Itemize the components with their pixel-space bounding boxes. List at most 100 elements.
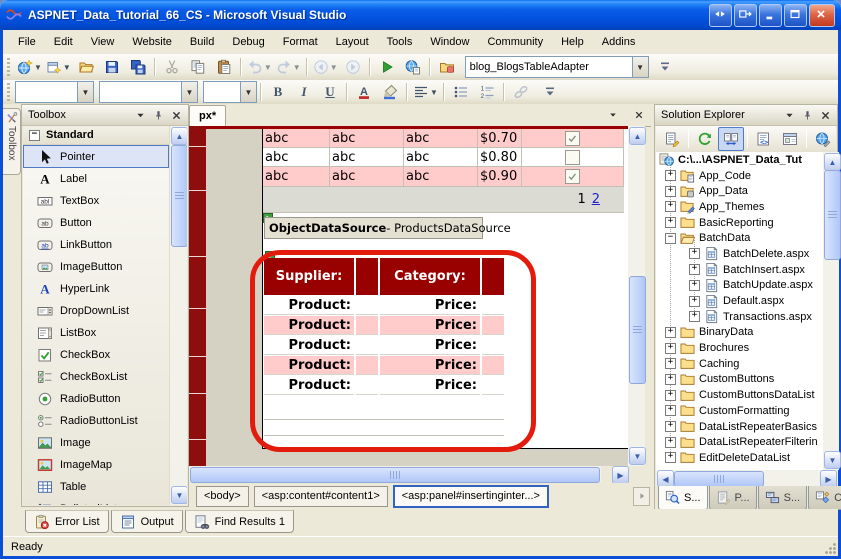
scrollbar-thumb[interactable] [629, 276, 646, 384]
toolbox-category-standard[interactable]: − Standard [23, 126, 187, 145]
close-toolbox-button[interactable] [168, 108, 184, 123]
font-color-button[interactable]: A [351, 80, 377, 104]
open-file-button[interactable] [73, 55, 99, 79]
toolbar-overflow-button[interactable] [652, 55, 678, 79]
document-list-button[interactable] [605, 107, 621, 122]
menu-window[interactable]: Window [421, 32, 478, 52]
paste-button[interactable] [211, 55, 237, 79]
panel-tab-tabclass[interactable]: C... [808, 486, 841, 510]
se-toolbar-overflow-button[interactable] [836, 127, 841, 151]
menu-layout[interactable]: Layout [327, 32, 378, 52]
new-website-button[interactable]: ▼ [15, 55, 44, 79]
dropdown-caret-icon[interactable]: ▼ [63, 63, 71, 72]
tag-navigator-item[interactable]: <asp:panel#insertinginter...> [393, 485, 549, 508]
expand-icon[interactable]: + [689, 264, 700, 275]
undo-button[interactable]: ▼ [245, 55, 274, 79]
scroll-down-button[interactable]: ▼ [824, 451, 841, 469]
bold-button[interactable]: B [265, 80, 291, 104]
products-gridview[interactable]: abcabcabc$0.70abcabcabc$0.80abcabcabc$0.… [263, 129, 624, 213]
toolbox-header[interactable]: Toolbox [22, 105, 188, 126]
navigate-backward-button[interactable]: ▼ [311, 55, 340, 79]
session-restore-button[interactable] [734, 4, 757, 27]
toolbox-item-radiobutton[interactable]: RadioButton [23, 388, 169, 410]
toolbox-item-bulletedlist[interactable]: BulletedList [23, 498, 169, 505]
menu-view[interactable]: View [82, 32, 124, 52]
toolbox-item-table[interactable]: Table [23, 476, 169, 498]
design-horizontal-scrollbar[interactable]: ▶ [189, 466, 651, 483]
tag-navigator-item[interactable]: <asp:content#content1> [254, 486, 388, 507]
redo-button[interactable]: ▼ [274, 55, 303, 79]
pin-button[interactable] [150, 108, 166, 123]
menu-website[interactable]: Website [123, 32, 181, 52]
add-new-item-button[interactable]: ▼ [44, 55, 73, 79]
pin-button[interactable] [799, 108, 815, 123]
row-checkbox[interactable] [565, 131, 580, 146]
solution-tree[interactable]: C:\...\ASPNET_Data_Tut+App_Code+App_Data… [656, 152, 823, 470]
bottom-tab-find-results-1[interactable]: Find Results 1 [185, 510, 294, 533]
cut-button[interactable] [159, 55, 185, 79]
highlight-button[interactable] [377, 80, 403, 104]
toolbox-item-textbox[interactable]: ablTextBox [23, 190, 169, 212]
expand-icon[interactable]: + [665, 390, 676, 401]
copy-button[interactable] [185, 55, 211, 79]
tree-item-custombuttonsdatalist[interactable]: +CustomButtonsDataList [656, 387, 823, 403]
view-designer-button[interactable] [777, 127, 803, 151]
font-name-combobox[interactable]: ▼ [99, 81, 198, 103]
expand-icon[interactable]: + [665, 358, 676, 369]
toolbox-item-label[interactable]: ALabel [23, 168, 169, 190]
panel-tab-tabprops[interactable]: P... [709, 486, 757, 510]
target-schema-combobox[interactable]: ▼ [15, 81, 94, 103]
maximize-button[interactable] [784, 4, 807, 27]
row-checkbox[interactable] [565, 150, 580, 165]
dropdown-caret-icon[interactable]: ▼ [330, 63, 338, 72]
scroll-down-button[interactable]: ▼ [171, 486, 187, 504]
save-all-button[interactable] [125, 55, 151, 79]
toolbox-scrollbar[interactable]: ▲ ▼ [169, 126, 187, 505]
toolbox-item-imagemap[interactable]: ImageMap [23, 454, 169, 476]
expand-icon[interactable]: + [665, 452, 676, 463]
menu-help[interactable]: Help [552, 32, 593, 52]
session-pan-button[interactable] [709, 4, 732, 27]
toolbar-grip[interactable] [6, 58, 11, 76]
dropdown-caret-icon[interactable]: ▼ [430, 88, 438, 97]
menu-debug[interactable]: Debug [223, 32, 273, 52]
tree-item-batchinsert-aspx[interactable]: +BatchInsert.aspx [656, 262, 823, 278]
close-button[interactable] [809, 4, 835, 27]
bottom-tab-output[interactable]: Output [111, 510, 183, 533]
tree-item-customformatting[interactable]: +CustomFormatting [656, 403, 823, 419]
tree-vertical-scrollbar[interactable]: ▲ ▼ [823, 152, 839, 470]
bullets-button[interactable] [448, 80, 474, 104]
combobox-arrow-icon[interactable]: ▼ [632, 57, 648, 77]
combobox-arrow-icon[interactable]: ▼ [77, 82, 93, 102]
tree-item-default-aspx[interactable]: +Default.aspx [656, 293, 823, 309]
menu-format[interactable]: Format [274, 32, 327, 52]
toolbox-side-tab[interactable]: Toolbox [3, 108, 21, 175]
design-surface[interactable]: abcabcabc$0.70abcabcabc$0.80abcabcabc$0.… [189, 126, 628, 466]
expand-icon[interactable]: + [665, 405, 676, 416]
expand-icon[interactable]: + [689, 280, 700, 291]
scrollbar-thumb[interactable] [824, 170, 841, 260]
view-code-button[interactable]: <> [751, 127, 777, 151]
tree-item-transactions-aspx[interactable]: +Transactions.aspx [656, 309, 823, 325]
save-button[interactable] [99, 55, 125, 79]
menu-edit[interactable]: Edit [45, 32, 82, 52]
scrollbar-thumb[interactable] [171, 145, 187, 247]
menu-community[interactable]: Community [478, 32, 552, 52]
menu-tools[interactable]: Tools [378, 32, 422, 52]
expand-icon[interactable]: + [689, 248, 700, 259]
tree-item-caching[interactable]: +Caching [656, 356, 823, 372]
expand-icon[interactable]: + [689, 296, 700, 307]
panel-tab-tabserver[interactable]: S... [758, 486, 808, 510]
navigate-forward-button[interactable] [340, 55, 366, 79]
expand-icon[interactable]: + [665, 421, 676, 432]
scrollbar-thumb[interactable] [674, 471, 764, 487]
toolbox-item-dropdownlist[interactable]: DropDownList [23, 300, 169, 322]
expand-icon[interactable]: + [689, 311, 700, 322]
dropdown-caret-icon[interactable]: ▼ [34, 63, 42, 72]
data-source-button[interactable] [434, 55, 460, 79]
dropdown-caret-icon[interactable]: ▼ [264, 63, 272, 72]
tree-item-brochures[interactable]: +Brochures [656, 340, 823, 356]
bottom-tab-error-list[interactable]: Error List [25, 510, 109, 533]
close-document-button[interactable] [631, 107, 647, 122]
design-vertical-scrollbar[interactable]: ▲ ▼ [628, 126, 645, 466]
